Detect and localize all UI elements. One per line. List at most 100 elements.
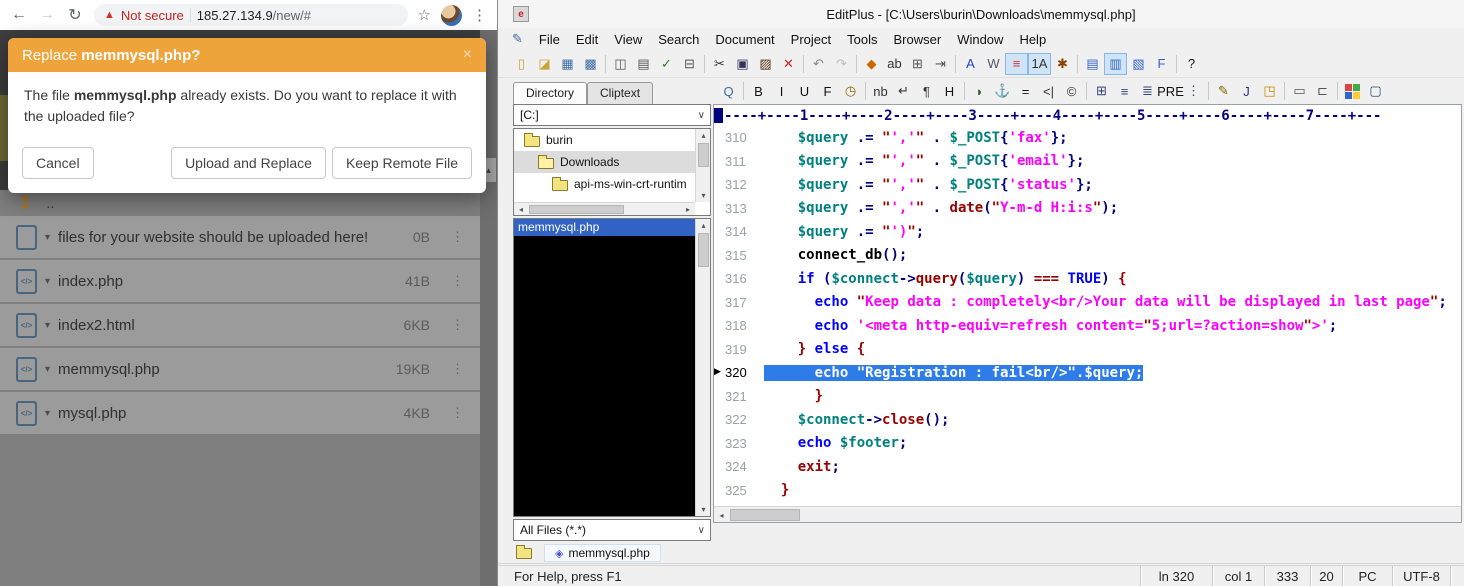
comment-tag-icon[interactable]: <| <box>1037 80 1060 102</box>
view-toolbar-icon[interactable]: ▧ <box>1127 53 1150 75</box>
image-tag-icon[interactable]: ◗ <box>968 80 991 102</box>
html-document-icon[interactable]: ⊟ <box>678 53 701 75</box>
scroll-down-icon[interactable]: ▾ <box>696 189 711 202</box>
indent-icon[interactable]: ⇥ <box>929 53 952 75</box>
file-row[interactable]: </>▾index2.html6KB⋮ <box>0 304 480 346</box>
close-icon[interactable]: × <box>463 46 472 64</box>
save-icon[interactable]: ▦ <box>556 53 579 75</box>
row-menu-icon[interactable]: ⋮ <box>451 273 464 289</box>
code-line-325[interactable]: 325 } <box>714 479 1461 503</box>
menu-search[interactable]: Search <box>650 32 707 47</box>
title-bar[interactable]: e EditPlus - [C:\Users\burin\Downloads\m… <box>498 0 1464 28</box>
word-wrap-icon[interactable]: W <box>982 53 1005 75</box>
menu-view[interactable]: View <box>606 32 650 47</box>
special-character-icon[interactable]: © <box>1060 80 1083 102</box>
row-menu-icon[interactable]: ⋮ <box>451 317 464 333</box>
row-menu-icon[interactable]: ⋮ <box>451 229 464 245</box>
auto-completion-icon[interactable]: 1A <box>1028 53 1051 75</box>
font-tag-icon[interactable]: F <box>816 80 839 102</box>
url-text[interactable]: 185.27.134.9/new/# <box>197 8 311 23</box>
folder-icon[interactable] <box>516 548 532 559</box>
tab-cliptext[interactable]: Cliptext <box>587 82 653 104</box>
code-editor[interactable]: ----+----1----+----2----+----3----+----4… <box>713 104 1462 523</box>
file-filter-select[interactable]: All Files (*.*) ∨ <box>513 519 711 541</box>
scroll-left-icon[interactable]: ◂ <box>514 203 528 216</box>
non-breaking-space-icon[interactable]: nb <box>869 80 892 102</box>
preferences-icon[interactable]: ✱ <box>1051 53 1074 75</box>
tree-item-downloads[interactable]: Downloads <box>514 151 710 173</box>
browser-menu-icon[interactable]: ⋮ <box>472 6 487 24</box>
spell-check-icon[interactable]: ✓ <box>655 53 678 75</box>
code-line-310[interactable]: 310 $query .= "','" . $_POST{'fax'}; <box>714 126 1461 150</box>
file-name[interactable]: mysql.php <box>58 405 126 422</box>
cancel-button[interactable]: Cancel <box>22 147 94 179</box>
code-line-314[interactable]: 314 $query .= "')"; <box>714 220 1461 244</box>
menu-document[interactable]: Document <box>707 32 782 47</box>
open-folder-icon[interactable]: ◪ <box>533 53 556 75</box>
row-dropdown-icon[interactable]: ▾ <box>45 232 50 243</box>
javascript-icon[interactable]: J <box>1235 80 1258 102</box>
parent-directory-row[interactable]: ↥ .. <box>0 190 480 216</box>
file-row[interactable]: </>▾mysql.php4KB⋮ <box>0 392 480 434</box>
file-name[interactable]: index.php <box>58 273 123 290</box>
folder-tree[interactable]: burinDownloadsapi-ms-win-crt-runtim ▴ ▾ … <box>513 128 711 216</box>
menu-browser[interactable]: Browser <box>886 32 950 47</box>
code-line-312[interactable]: 312 $query .= "','" . $_POST{'status'}; <box>714 173 1461 197</box>
row-dropdown-icon[interactable]: ▾ <box>45 276 50 287</box>
code-line-319[interactable]: 319 } else { <box>714 338 1461 362</box>
file-row[interactable]: </>▾memmysql.php19KB⋮ <box>0 348 480 390</box>
print-preview-icon[interactable]: ◫ <box>609 53 632 75</box>
scroll-up-icon[interactable]: ▴ <box>696 129 711 142</box>
highlight-marker-icon[interactable]: ◆ <box>860 53 883 75</box>
context-help-icon[interactable]: ? <box>1180 53 1203 75</box>
document-tab[interactable]: ◈ memmysql.php <box>544 544 661 562</box>
code-line-323[interactable]: 323 echo $footer; <box>714 432 1461 456</box>
new-document-icon[interactable]: ▯ <box>510 53 533 75</box>
menu-tools[interactable]: Tools <box>839 32 885 47</box>
undo-icon[interactable]: ↶ <box>807 53 830 75</box>
file-name[interactable]: files for your website should be uploade… <box>58 229 368 246</box>
code-line-321[interactable]: 321 } <box>714 385 1461 409</box>
tree-vertical-scrollbar[interactable]: ▴ ▾ <box>695 129 710 202</box>
code-line-318[interactable]: 318 echo '<meta http-equiv=refresh conte… <box>714 314 1461 338</box>
italic-icon[interactable]: I <box>770 80 793 102</box>
code-line-317[interactable]: 317 echo "Keep data : completely<br/>You… <box>714 291 1461 315</box>
row-dropdown-icon[interactable]: ▾ <box>45 364 50 375</box>
view-functions-icon[interactable]: F <box>1150 53 1173 75</box>
tree-horizontal-scrollbar[interactable]: ◂ ▸ <box>514 202 695 215</box>
browser-preview-icon[interactable]: Q <box>717 80 740 102</box>
view-directory-icon[interactable]: ▤ <box>1081 53 1104 75</box>
line-break-icon[interactable]: ↵ <box>892 80 915 102</box>
back-icon[interactable]: ← <box>10 6 28 24</box>
row-menu-icon[interactable]: ⋮ <box>451 405 464 421</box>
list-tag-icon[interactable]: ⋮ <box>1182 80 1205 102</box>
copy-html-icon[interactable]: ⊞ <box>906 53 929 75</box>
file-name[interactable]: memmysql.php <box>58 361 160 378</box>
delete-icon[interactable]: ✕ <box>777 53 800 75</box>
menu-project[interactable]: Project <box>783 32 839 47</box>
row-dropdown-icon[interactable]: ▾ <box>45 408 50 419</box>
code-line-322[interactable]: 322 $connect->close(); <box>714 408 1461 432</box>
code-line-316[interactable]: 316 if ($connect->query($query) === TRUE… <box>714 267 1461 291</box>
code-line-320[interactable]: 320 echo "Registration : fail<br/>".$que… <box>714 361 1461 385</box>
paste-icon[interactable]: ▨ <box>754 53 777 75</box>
profile-avatar[interactable] <box>441 5 462 26</box>
pre-tag-icon[interactable]: PRE <box>1159 80 1182 102</box>
row-menu-icon[interactable]: ⋮ <box>451 361 464 377</box>
color-picker-icon[interactable]: ◷ <box>839 80 862 102</box>
not-secure-label[interactable]: Not secure <box>121 8 184 23</box>
forward-icon[interactable]: → <box>38 6 56 24</box>
folder-tag-icon[interactable]: ▭ <box>1288 80 1311 102</box>
scroll-left-icon[interactable]: ◂ <box>714 507 729 523</box>
menu-help[interactable]: Help <box>1011 32 1054 47</box>
bookmark-star-icon[interactable]: ☆ <box>418 6 431 24</box>
code-line-313[interactable]: 313 $query .= "','" . date("Y-m-d H:i:s"… <box>714 197 1461 221</box>
windows-colors-icon[interactable] <box>1341 80 1364 102</box>
anchor-tag-icon[interactable]: ⚓ <box>991 80 1014 102</box>
line-spacing-icon[interactable]: ≡ <box>1005 53 1028 75</box>
scroll-down-icon[interactable]: ▾ <box>696 503 711 516</box>
file-name[interactable]: index2.html <box>58 317 135 334</box>
cut-icon[interactable]: ✂ <box>708 53 731 75</box>
print-icon[interactable]: ▤ <box>632 53 655 75</box>
upload-replace-button[interactable]: Upload and Replace <box>171 147 326 179</box>
